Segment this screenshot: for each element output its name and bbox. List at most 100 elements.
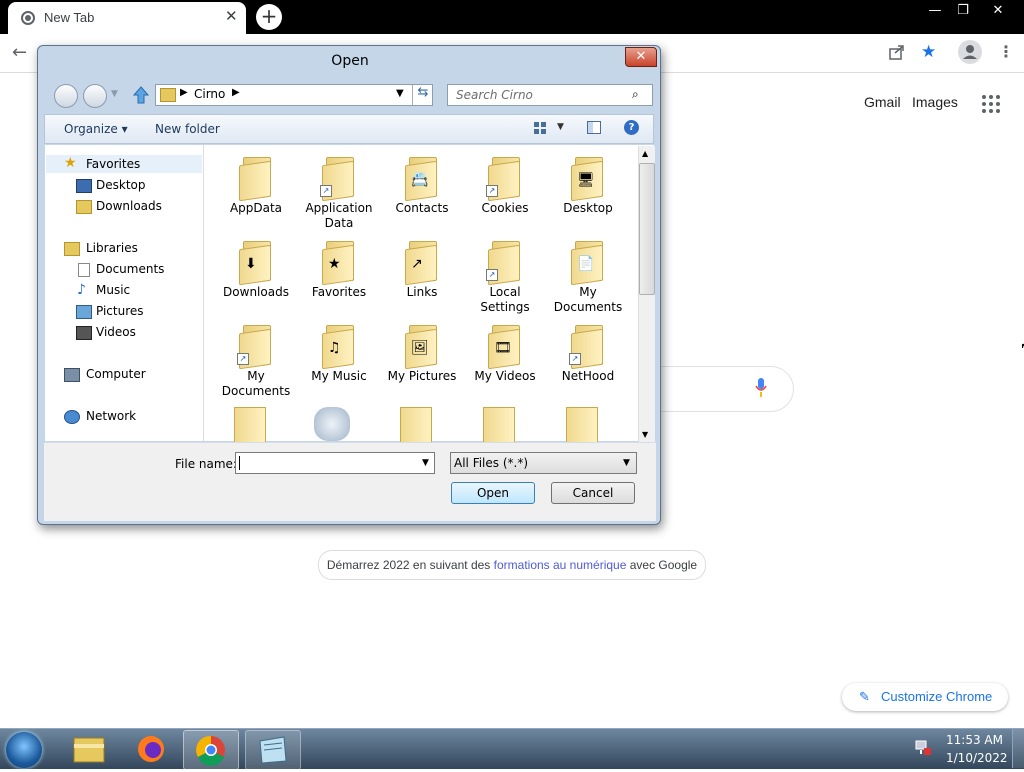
file-item[interactable]: ↗ Local Settings	[465, 237, 545, 315]
scroll-up-icon[interactable]: ▲	[642, 149, 648, 158]
google-search-box[interactable]	[640, 366, 794, 412]
file-item[interactable]: ⬇ Downloads	[216, 237, 296, 300]
show-desktop-button[interactable]	[1012, 729, 1024, 768]
partial-folder-icon[interactable]	[234, 407, 266, 443]
recent-locations-dropdown[interactable]: ▼	[111, 89, 118, 99]
file-name-dropdown-icon[interactable]: ▼	[422, 458, 429, 468]
dialog-close-button[interactable]: ✕	[625, 47, 657, 67]
file-item[interactable]: ★ Favorites	[299, 237, 379, 300]
new-folder-button[interactable]: New folder	[155, 122, 220, 136]
file-name-label: File name:	[175, 457, 237, 471]
view-dropdown-icon[interactable]: ▼	[557, 122, 564, 132]
promo-banner: Démarrez 2022 en suivant des formations …	[318, 550, 706, 580]
google-apps-icon[interactable]	[982, 95, 1000, 113]
text-cursor	[239, 456, 240, 470]
nav-favorites[interactable]: Favorites	[86, 157, 140, 171]
preview-pane-icon[interactable]	[587, 121, 601, 134]
bookmark-star-icon[interactable]: ★	[921, 42, 936, 62]
address-dropdown-icon[interactable]: ▼	[396, 88, 404, 99]
file-item[interactable]: ↗ NetHood	[548, 321, 628, 384]
file-item[interactable]: AppData	[216, 153, 296, 216]
back-button[interactable]	[54, 84, 78, 108]
chrome-taskbar-icon[interactable]	[183, 730, 239, 770]
nav-pictures[interactable]: Pictures	[96, 304, 144, 318]
minimize-button[interactable]: —	[922, 2, 948, 20]
address-bar[interactable]: ▶ Cirno ▶ ▼ ⇆	[155, 84, 433, 106]
nav-network[interactable]: Network	[86, 409, 136, 423]
file-item[interactable]: ↗ Links	[382, 237, 462, 300]
menu-kebab-icon[interactable]: ⋮	[998, 42, 1014, 61]
partial-network-folder-icon[interactable]	[314, 407, 350, 441]
nav-documents[interactable]: Documents	[96, 262, 164, 276]
nav-videos[interactable]: Videos	[96, 325, 136, 339]
forward-button[interactable]	[83, 84, 107, 108]
firefox-taskbar-icon[interactable]	[124, 730, 178, 768]
profile-avatar-icon[interactable]	[958, 40, 982, 64]
nav-music[interactable]: Music	[96, 283, 130, 297]
file-item[interactable]: ♫ My Music	[299, 321, 379, 384]
file-item[interactable]: ↗ Cookies	[465, 153, 545, 216]
organize-button[interactable]: Organize ▾	[64, 122, 128, 136]
restore-button[interactable]: ❐	[950, 2, 976, 20]
nav-downloads[interactable]: Downloads	[96, 199, 162, 213]
scroll-down-icon[interactable]: ▼	[642, 430, 648, 439]
clock-date[interactable]: 1/10/2022	[946, 751, 1008, 765]
music-note-icon: ♪	[77, 282, 86, 298]
file-type-select[interactable]: All Files (*.*) ▼	[450, 452, 637, 474]
file-name-input[interactable]: ▼	[235, 452, 435, 474]
explorer-taskbar-icon[interactable]	[62, 730, 116, 768]
search-placeholder: Search Cirno	[456, 88, 533, 102]
cancel-button[interactable]: Cancel	[551, 482, 635, 504]
open-button[interactable]: Open	[451, 482, 535, 504]
browser-tab[interactable]: New Tab ✕	[8, 2, 246, 34]
up-folder-icon[interactable]	[132, 85, 150, 105]
share-icon[interactable]	[888, 44, 906, 60]
folder-contacts-icon: 📇	[405, 153, 439, 202]
folder-documents-icon: 📄	[571, 237, 605, 286]
images-link[interactable]: Images	[912, 94, 958, 110]
file-item[interactable]: 🎞 My Videos	[465, 321, 545, 384]
view-options-icon[interactable]	[534, 122, 546, 134]
nav-desktop[interactable]: Desktop	[96, 178, 146, 192]
folder-shortcut-icon: ↗	[320, 153, 356, 202]
refresh-icon[interactable]: ⇆	[412, 85, 433, 105]
file-item[interactable]: 📇 Contacts	[382, 153, 462, 216]
file-item[interactable]: 📄 My Documents	[548, 237, 628, 315]
favorites-star-icon: ★	[64, 155, 77, 171]
computer-icon	[64, 368, 80, 382]
partial-folder-icon[interactable]	[566, 407, 598, 443]
clock-time[interactable]: 11:53 AM	[946, 733, 1003, 747]
notepad-taskbar-icon[interactable]	[245, 730, 301, 770]
breadcrumb-cirno[interactable]: Cirno	[194, 87, 225, 101]
partial-games-folder-icon[interactable]	[400, 407, 432, 443]
scrollbar-thumb[interactable]	[639, 163, 655, 295]
file-item[interactable]: ↗ Application Data	[299, 153, 379, 231]
partial-searches-folder-icon[interactable]	[483, 407, 515, 443]
window-close-button[interactable]: ✕	[985, 2, 1011, 20]
nav-computer[interactable]: Computer	[86, 367, 146, 381]
tab-close-icon[interactable]: ✕	[225, 7, 238, 25]
gmail-link[interactable]: Gmail	[864, 94, 901, 110]
file-item-label: Local Settings	[480, 285, 530, 314]
microphone-icon[interactable]	[754, 377, 768, 399]
nav-libraries[interactable]: Libraries	[86, 241, 138, 255]
breadcrumb-chevron-icon[interactable]: ▶	[232, 87, 240, 98]
file-item[interactable]: ↗ My Documents	[216, 321, 296, 399]
customize-label: Customize Chrome	[881, 689, 993, 704]
mouse-cursor-icon: ↖	[1020, 340, 1024, 356]
help-icon[interactable]: ?	[624, 120, 639, 135]
promo-link[interactable]: formations au numérique	[494, 558, 627, 572]
network-tray-icon[interactable]	[914, 738, 932, 756]
customize-chrome-button[interactable]: ✎ Customize Chrome	[842, 683, 1008, 711]
file-type-dropdown-icon[interactable]: ▼	[623, 453, 630, 473]
start-button[interactable]	[6, 732, 42, 768]
file-item[interactable]: 🖼 My Pictures	[382, 321, 462, 384]
search-field[interactable]: Search Cirno ⌕	[447, 84, 653, 106]
videos-icon	[76, 326, 92, 340]
folder-icon	[160, 88, 176, 102]
search-icon[interactable]: ⌕	[632, 87, 639, 102]
file-item[interactable]: 🖥 Desktop	[548, 153, 628, 216]
back-arrow-icon[interactable]: ←	[12, 42, 27, 63]
new-tab-button[interactable]: +	[256, 4, 282, 30]
file-item-label: NetHood	[561, 369, 615, 383]
